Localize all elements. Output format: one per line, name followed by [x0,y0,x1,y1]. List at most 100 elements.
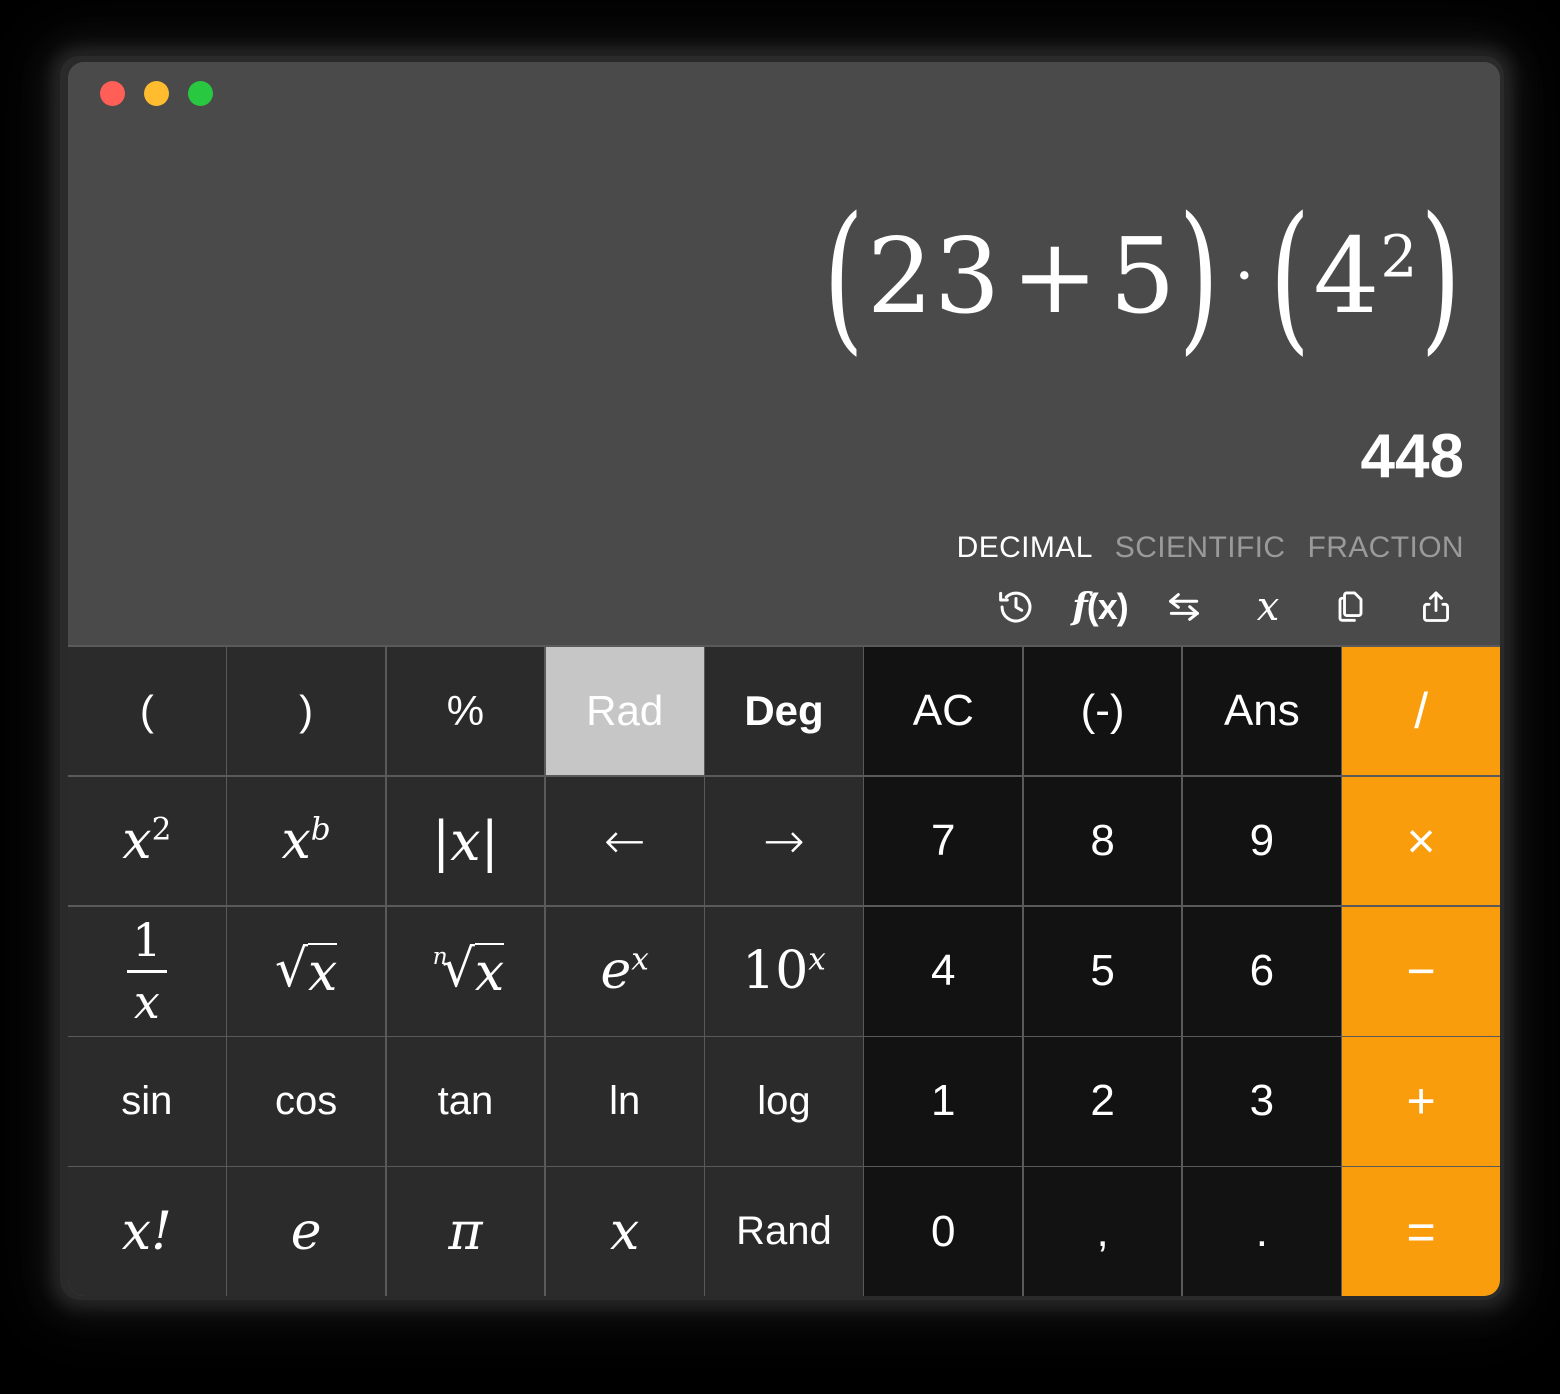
expression-multiply-dot: · [1234,238,1256,314]
key-label: = [1406,1203,1436,1260]
key-cursor-right[interactable]: → [705,776,863,906]
expression-display[interactable]: (23+5) · (42) [821,195,1464,356]
key-cosine[interactable]: cos [227,1037,385,1166]
key-all-clear[interactable]: AC [864,646,1023,776]
key-digit-3[interactable]: 3 [1183,1037,1341,1166]
key-pi[interactable]: π [386,1167,545,1296]
key-digit-0[interactable]: 0 [864,1167,1023,1296]
key-nth-root[interactable]: n √ x [386,906,545,1036]
key-square[interactable]: x2 [68,776,226,906]
expression-close-paren-2: ) [1420,181,1462,371]
maximize-button[interactable] [188,80,213,106]
expression-operand-a: 23 [866,214,1002,337]
key-close-paren[interactable]: ) [227,646,385,776]
key-sine[interactable]: sin [68,1037,226,1166]
key-percent[interactable]: % [386,646,545,776]
key-label: + [1406,1073,1436,1130]
desktop-background: (23+5) · (42) 448 DECIMAL SCIENTIFIC FRACT… [0,0,1560,1394]
key-subtract[interactable]: − [1342,906,1500,1036]
key-digit-2[interactable]: 2 [1023,1037,1182,1166]
key-random[interactable]: Rand [705,1167,863,1296]
key-label: log [757,1078,811,1123]
key-label: → [763,812,805,871]
window-titlebar [100,62,1464,124]
key-ten-power[interactable]: 10x [705,906,863,1036]
key-factorial[interactable]: x! [68,1167,226,1296]
key-digit-5[interactable]: 5 [1023,906,1182,1036]
key-digit-8[interactable]: 8 [1023,776,1182,906]
key-rad-mode[interactable]: Rad [545,646,704,776]
key-deg-mode[interactable]: Deg [705,646,863,776]
key-label: |x| [431,809,499,873]
key-label: cos [275,1078,338,1123]
key-label: xb [281,811,331,872]
key-euler-number[interactable]: e [227,1167,385,1296]
key-label: (-) [1080,685,1125,735]
display-area: (23+5) · (42) 448 DECIMAL SCIENTIFIC FRACT… [68,62,1500,645]
key-absolute-value[interactable]: |x| [386,776,545,906]
key-label: x2 [122,811,172,872]
key-exp[interactable]: ex [545,906,704,1036]
key-digit-7[interactable]: 7 [864,776,1023,906]
key-divide[interactable]: / [1342,646,1500,776]
result-display[interactable]: 448 [1361,424,1464,489]
tool-icon-row: f(x) x [104,571,1464,645]
key-open-paren[interactable]: ( [68,646,226,776]
copy-icon[interactable] [1330,585,1374,629]
key-square-root[interactable]: √ x [227,906,385,1036]
key-tangent[interactable]: tan [386,1037,545,1166]
keypad-grid: ( ) % Rad Deg AC (-) Ans / x2 xb |x| ← →… [68,645,1500,1296]
key-label: 5 [1090,946,1115,996]
history-icon[interactable] [994,585,1038,629]
key-label: × [1406,813,1436,870]
key-negate[interactable]: (-) [1023,646,1182,776]
format-tabs: DECIMAL SCIENTIFIC FRACTION [104,493,1464,571]
key-reciprocal[interactable]: 1 x [68,906,226,1036]
result-row: 448 [104,424,1464,493]
key-label: tan [437,1078,494,1123]
key-answer[interactable]: Ans [1183,646,1341,776]
close-button[interactable] [100,80,125,106]
key-digit-6[interactable]: 6 [1183,906,1341,1036]
key-label: 7 [931,816,956,866]
key-label: ) [299,686,314,734]
key-digit-1[interactable]: 1 [864,1037,1023,1166]
key-power[interactable]: xb [227,776,385,906]
format-tab-decimal[interactable]: DECIMAL [957,531,1093,565]
key-label: 4 [931,946,956,996]
key-label: AC [912,685,974,735]
key-log[interactable]: log [705,1037,863,1166]
key-label: 1 [931,1076,956,1126]
key-label: e [290,1201,322,1262]
variable-icon[interactable]: x [1246,584,1290,630]
key-label: Rad [586,686,664,734]
share-icon[interactable] [1414,585,1458,629]
function-icon[interactable]: f(x) [1072,585,1129,629]
key-label: ← [603,812,646,871]
expression-open-paren-1: ( [823,181,865,371]
expression-exponent: 2 [1380,222,1419,291]
key-label: 0 [931,1206,956,1256]
expression-open-paren-2: ( [1269,181,1312,371]
expression-close-paren-1: ) [1178,181,1221,371]
key-label: , [1096,1206,1109,1256]
expression-base: 4 [1313,214,1381,337]
convert-icon[interactable] [1162,585,1206,629]
key-multiply[interactable]: × [1342,776,1500,906]
calculator-window: (23+5) · (42) 448 DECIMAL SCIENTIFIC FRACT… [68,62,1500,1296]
key-digit-9[interactable]: 9 [1183,776,1341,906]
key-label: 10x [742,941,826,1002]
key-decimal-point[interactable]: . [1183,1167,1341,1296]
key-digit-4[interactable]: 4 [864,906,1023,1036]
minimize-button[interactable] [144,80,169,106]
key-add[interactable]: + [1342,1037,1500,1166]
format-tab-fraction[interactable]: FRACTION [1307,531,1464,565]
key-cursor-left[interactable]: ← [545,776,704,906]
key-natural-log[interactable]: ln [545,1037,704,1166]
key-equals[interactable]: = [1342,1167,1500,1296]
key-comma[interactable]: , [1023,1167,1182,1296]
format-tab-scientific[interactable]: SCIENTIFIC [1115,531,1286,565]
key-variable-x[interactable]: x [545,1167,704,1296]
key-label: x! [121,1201,172,1262]
key-label: 1 x [126,916,167,1026]
